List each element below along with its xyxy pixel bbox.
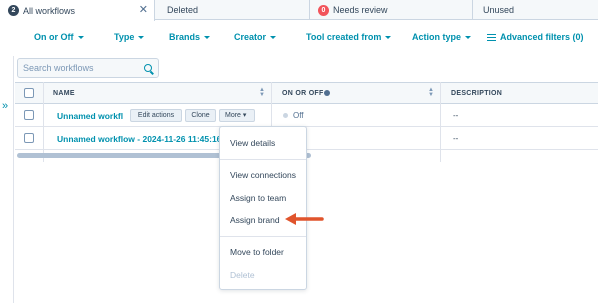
- status-text: Off: [293, 111, 304, 120]
- row-checkbox[interactable]: [24, 110, 34, 120]
- tab-label: All workflows: [23, 5, 76, 16]
- info-icon[interactable]: [324, 90, 330, 96]
- filter-label: Brands: [169, 32, 201, 42]
- menu-item-view-connections[interactable]: View connections: [230, 170, 296, 180]
- workflow-tabs: 2 All workflows ✕ Deleted 0 Needs review…: [0, 0, 598, 21]
- search-input[interactable]: Search workflows: [17, 58, 159, 78]
- more-button[interactable]: More ▾: [219, 109, 255, 122]
- tab-label: Unused: [483, 5, 515, 15]
- column-header-on-or-off[interactable]: ON OR OFF: [282, 90, 324, 97]
- tab-label: Needs review: [333, 5, 388, 15]
- filter-tool-created-from[interactable]: Tool created from: [306, 32, 392, 42]
- sliders-icon: [487, 33, 496, 41]
- table-row: Unnamed workfl Edit actions Clone More ▾…: [15, 104, 598, 127]
- filter-creator[interactable]: Creator: [234, 32, 277, 42]
- column-header-description[interactable]: DESCRIPTION: [451, 90, 502, 97]
- filter-label: Action type: [412, 32, 462, 42]
- filter-brands[interactable]: Brands: [169, 32, 211, 42]
- more-actions-menu: View details View connections Assign to …: [219, 126, 307, 290]
- tab-deleted[interactable]: Deleted: [155, 0, 310, 20]
- filter-bar: On or Off Type Brands Creator Tool creat…: [0, 26, 598, 48]
- filter-label: Tool created from: [306, 32, 382, 42]
- annotation-arrow-icon: [285, 213, 324, 225]
- filter-label: On or Off: [34, 32, 74, 42]
- workflow-name-link[interactable]: Unnamed workfl: [57, 111, 123, 121]
- row-checkbox[interactable]: [24, 133, 34, 143]
- caret-down-icon: [77, 35, 84, 39]
- double-chevron-right-icon[interactable]: »: [2, 100, 8, 112]
- search-icon[interactable]: [144, 64, 152, 72]
- advanced-filters-button[interactable]: Advanced filters (0): [487, 32, 584, 42]
- tab-needs-review[interactable]: 0 Needs review: [310, 0, 473, 20]
- edit-actions-button[interactable]: Edit actions: [130, 109, 182, 122]
- filter-label: Advanced filters (0): [500, 32, 584, 42]
- close-icon[interactable]: ✕: [139, 3, 148, 16]
- search-placeholder: Search workflows: [23, 63, 94, 73]
- tab-count-badge: 2: [8, 5, 19, 16]
- filter-type[interactable]: Type: [114, 32, 145, 42]
- status-dot: [283, 113, 288, 118]
- sort-icon[interactable]: ▲ ▼: [428, 87, 434, 98]
- filter-on-or-off[interactable]: On or Off: [34, 32, 84, 42]
- search-area: Search workflows: [15, 56, 598, 82]
- caret-down-icon: [204, 35, 211, 39]
- column-header-name[interactable]: NAME: [53, 90, 75, 97]
- menu-item-delete: Delete: [230, 270, 255, 280]
- tab-count-badge: 0: [318, 4, 329, 16]
- workflow-name-link[interactable]: Unnamed workflow - 2024-11-26 11:45:16: [57, 134, 221, 144]
- more-label: More: [225, 112, 241, 119]
- menu-item-view-details[interactable]: View details: [230, 138, 275, 148]
- menu-divider: [220, 159, 306, 160]
- tab-all-workflows[interactable]: 2 All workflows ✕: [0, 0, 155, 21]
- caret-down-icon: [270, 35, 277, 39]
- tab-unused[interactable]: Unused: [473, 0, 598, 20]
- caret-down-icon: [465, 35, 472, 39]
- menu-item-assign-brand[interactable]: Assign brand: [230, 215, 280, 225]
- table-header: NAME ▲ ▼ ON OR OFF ▲ ▼ DESCRIPTION: [15, 82, 598, 104]
- select-all-checkbox[interactable]: [24, 88, 34, 98]
- tab-label: Deleted: [167, 5, 199, 15]
- menu-item-assign-to-team[interactable]: Assign to team: [230, 193, 286, 203]
- filter-action-type[interactable]: Action type: [412, 32, 472, 42]
- filter-label: Type: [114, 32, 135, 42]
- filter-label: Creator: [234, 32, 267, 42]
- left-gutter: »: [0, 56, 14, 303]
- sort-icon[interactable]: ▲ ▼: [259, 87, 265, 98]
- menu-item-move-to-folder[interactable]: Move to folder: [230, 247, 284, 257]
- menu-divider: [220, 236, 306, 237]
- description-cell: --: [453, 111, 459, 120]
- clone-button[interactable]: Clone: [185, 109, 216, 122]
- caret-down-icon: [138, 35, 145, 39]
- description-cell: --: [453, 134, 459, 143]
- caret-down-icon: [385, 35, 392, 39]
